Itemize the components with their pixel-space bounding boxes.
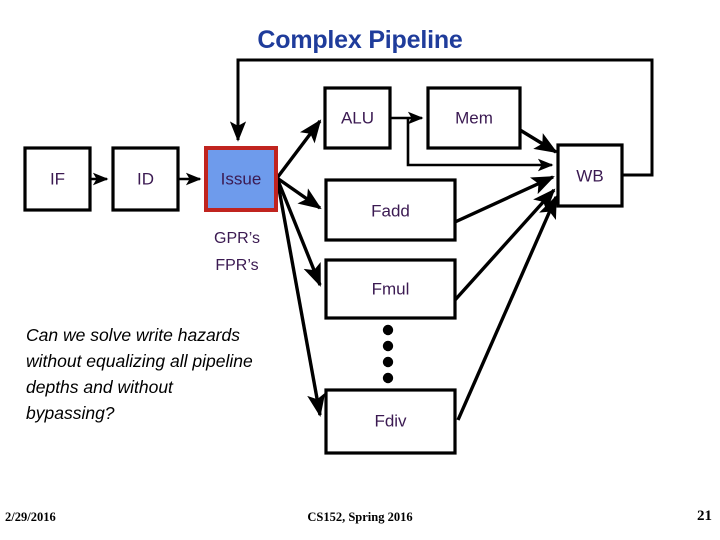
pipeline-diagram: IF ID Issue ALU Mem Fadd Fmul Fdiv WB GP… [23, 58, 654, 455]
stage-label-fdiv: Fdiv [374, 411, 407, 430]
stage-label-mem: Mem [455, 108, 493, 127]
vertical-ellipsis-icon [382, 324, 394, 384]
edge-fmul-to-wb [453, 188, 556, 302]
stage-box-fadd[interactable]: Fadd [324, 178, 457, 242]
slide-canvas: Complex Pipeline IF ID Issue ALU Mem Fad… [0, 0, 720, 540]
register-file-label-fpr: FPR’s [215, 257, 258, 274]
question-note: Can we solve write hazards without equal… [26, 325, 253, 423]
edge-mem-to-wb [519, 128, 558, 154]
stage-box-if[interactable]: IF [23, 146, 92, 212]
footer-course: CS152, Spring 2016 [307, 510, 413, 524]
stage-box-alu[interactable]: ALU [323, 86, 392, 150]
edge-fdiv-to-wb [456, 195, 558, 421]
stage-box-fdiv[interactable]: Fdiv [324, 388, 457, 455]
stage-label-if: IF [50, 169, 65, 188]
stage-label-alu: ALU [341, 108, 374, 127]
stage-label-issue: Issue [221, 169, 262, 188]
edge-issue-to-alu [275, 119, 322, 180]
stage-label-wb: WB [576, 166, 603, 185]
stage-label-fmul: Fmul [372, 279, 410, 298]
footer-page-number: 21 [697, 508, 712, 524]
register-file-label-gpr: GPR’s [214, 230, 260, 247]
slide-footer: 2/29/2016 CS152, Spring 2016 21 [0, 508, 720, 534]
stage-box-fmul[interactable]: Fmul [324, 258, 457, 320]
stage-label-fadd: Fadd [371, 201, 410, 220]
stage-box-id[interactable]: ID [111, 146, 180, 212]
edge-fadd-to-wb [454, 175, 555, 224]
stage-box-mem[interactable]: Mem [426, 86, 522, 150]
stage-box-wb[interactable]: WB [556, 143, 624, 208]
stage-box-issue[interactable]: Issue [204, 146, 278, 212]
edge-issue-to-fdiv [275, 177, 326, 418]
stage-label-id: ID [137, 169, 154, 188]
